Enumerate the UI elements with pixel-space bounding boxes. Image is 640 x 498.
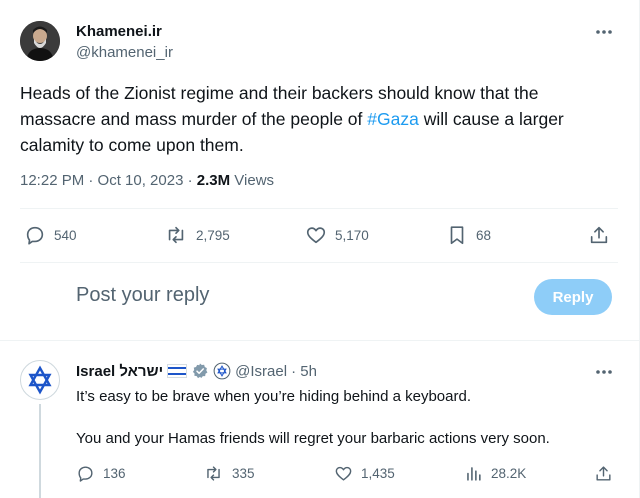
divider <box>20 208 618 209</box>
flag-icon <box>167 364 188 378</box>
avatar-portrait-icon <box>20 21 60 61</box>
retweet-icon <box>207 465 220 481</box>
retweet-button[interactable]: 335 <box>203 461 255 485</box>
action-bar: 540 2,795 5,170 68 <box>0 223 640 247</box>
reply-author-name[interactable]: Israel ישראל <box>76 363 163 380</box>
avatar[interactable] <box>20 21 60 61</box>
views-count: 28.2K <box>491 465 527 481</box>
reply-button[interactable]: 540 <box>24 223 77 247</box>
reply-author-handle[interactable]: @Israel <box>235 363 287 380</box>
reply-count: 540 <box>54 227 77 243</box>
reply-icon <box>26 226 44 245</box>
reply-action-bar: 136 335 1,435 28.2K <box>0 461 640 485</box>
star-of-david-icon <box>28 365 52 395</box>
tweet-timestamp[interactable]: 12:22 PM · Oct 10, 2023 · <box>20 172 197 189</box>
author-name[interactable]: Khamenei.ir <box>76 23 162 40</box>
reply-header: Israel ישראל @Israel · 5h <box>76 362 317 380</box>
verified-icon <box>193 363 208 379</box>
avatar[interactable] <box>20 360 60 400</box>
retweet-icon <box>168 226 184 244</box>
reply-timestamp[interactable]: · 5h <box>291 363 317 380</box>
tweet-text: Heads of the Zionist regime and their ba… <box>20 80 610 158</box>
like-icon <box>335 466 352 481</box>
bookmark-button[interactable]: 68 <box>446 223 491 247</box>
retweet-button[interactable]: 2,795 <box>164 223 230 247</box>
reply-text-line: It’s easy to be brave when you’re hiding… <box>76 388 471 405</box>
like-count: 1,435 <box>361 465 395 481</box>
share-button[interactable] <box>588 223 610 247</box>
like-button[interactable]: 1,435 <box>334 461 395 485</box>
views-count: 2.3M <box>196 172 231 189</box>
share-icon <box>590 226 608 244</box>
reply-submit-button[interactable]: Reply <box>534 279 612 315</box>
like-icon <box>306 227 326 244</box>
reply-count: 136 <box>103 465 126 481</box>
section-separator <box>0 340 640 341</box>
retweet-count: 335 <box>232 465 255 481</box>
bookmark-icon <box>450 226 464 245</box>
more-icon <box>596 370 612 374</box>
more-options-button[interactable] <box>594 362 614 382</box>
like-button[interactable]: 5,170 <box>305 223 369 247</box>
views-label: Views <box>230 172 275 189</box>
divider <box>20 262 618 263</box>
tweet-meta: 12:22 PM · Oct 10, 2023 · 2.3M Views <box>20 172 274 189</box>
tweet-detail-panel: Khamenei.ir @khamenei_ir Heads of the Zi… <box>0 0 640 498</box>
views-icon <box>467 466 481 481</box>
author-handle[interactable]: @khamenei_ir <box>76 44 173 61</box>
like-count: 5,170 <box>335 227 369 243</box>
share-button[interactable] <box>594 461 613 485</box>
bookmark-count: 68 <box>476 227 492 243</box>
reply-icon <box>78 465 93 482</box>
affiliate-badge-icon <box>213 362 231 380</box>
retweet-count: 2,795 <box>196 227 230 243</box>
hashtag-link[interactable]: #Gaza <box>367 109 419 129</box>
more-options-button[interactable] <box>594 22 614 42</box>
share-icon <box>596 465 611 481</box>
reply-input[interactable]: Post your reply <box>76 284 209 307</box>
views-button[interactable]: 28.2K <box>464 461 526 485</box>
reply-text-line: You and your Hamas friends will regret y… <box>76 430 550 447</box>
reply-button[interactable]: 136 <box>76 461 126 485</box>
more-icon <box>596 30 612 34</box>
